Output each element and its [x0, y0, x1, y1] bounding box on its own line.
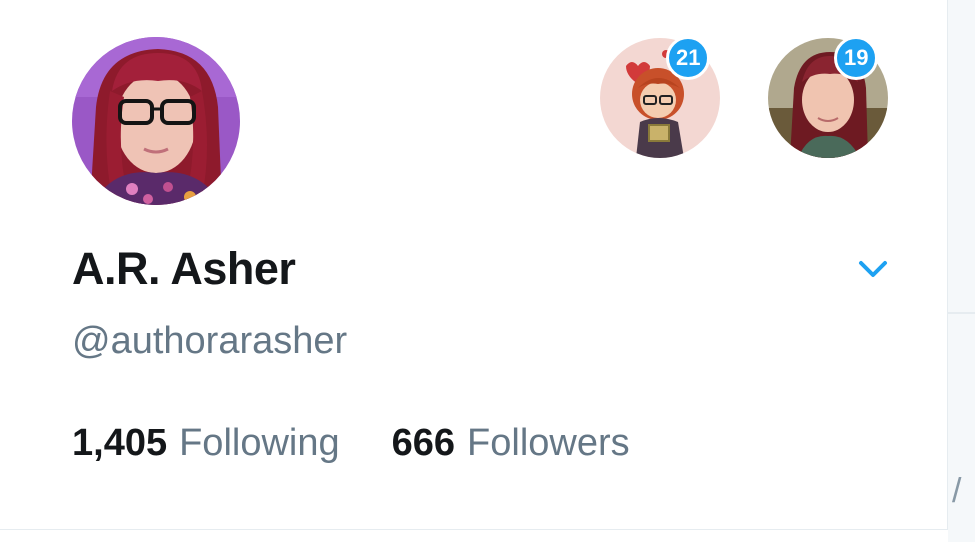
clipped-text-glyph: /: [952, 472, 962, 510]
followers-stat[interactable]: 666 Followers: [392, 420, 630, 466]
avatar-photo-icon: [72, 37, 240, 205]
follow-stats: 1,405 Following 666 Followers: [72, 420, 630, 466]
divider: [948, 312, 975, 314]
chevron-down-icon[interactable]: [856, 255, 890, 281]
profile-avatar[interactable]: [72, 37, 240, 205]
background-timeline-edge: [948, 0, 975, 542]
following-label: Following: [179, 422, 340, 464]
following-stat[interactable]: 1,405 Following: [72, 420, 340, 466]
followers-label: Followers: [467, 422, 630, 464]
following-count: 1,405: [72, 422, 168, 464]
display-name[interactable]: A.R. Asher: [72, 243, 296, 295]
username-handle: @authorarasher: [72, 320, 348, 362]
followers-count: 666: [391, 422, 456, 464]
